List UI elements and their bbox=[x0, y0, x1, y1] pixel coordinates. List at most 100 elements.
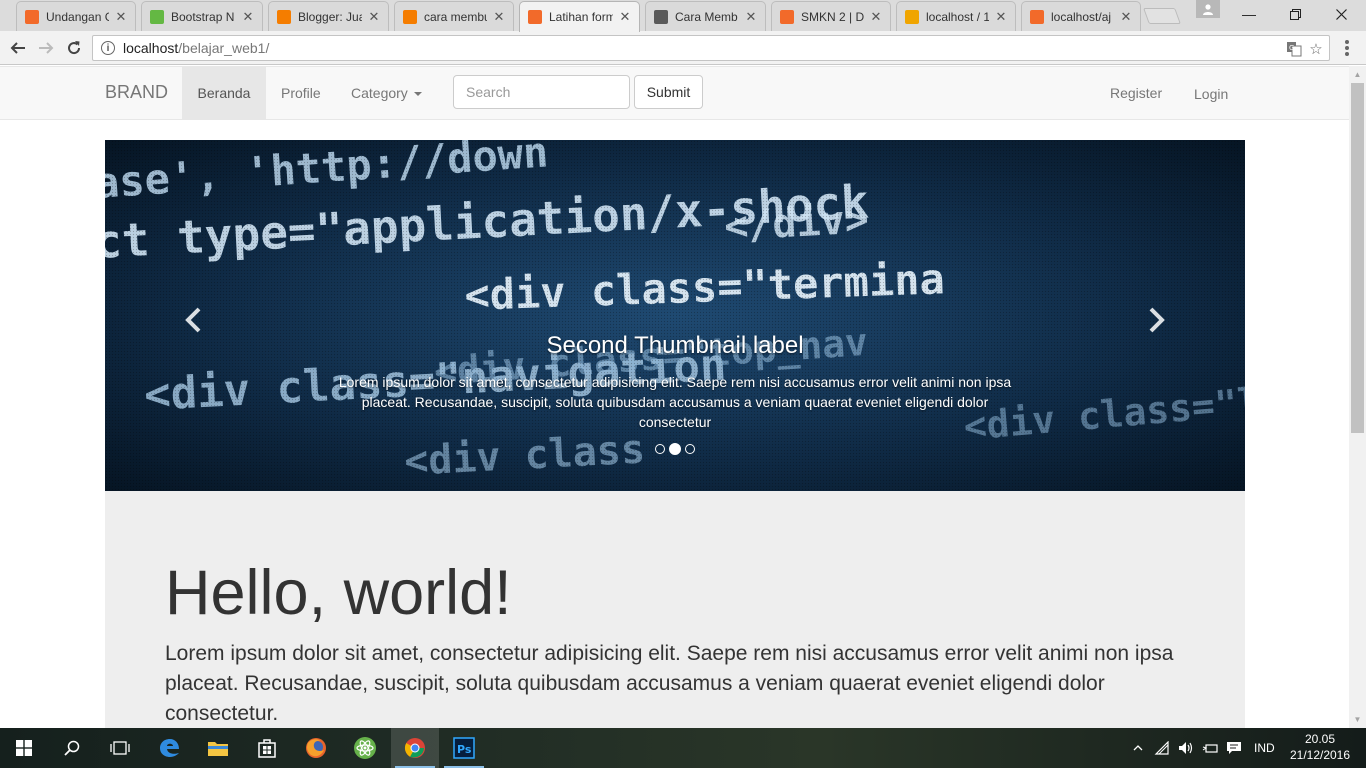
browser-tab[interactable]: localhost / 1 ✕ bbox=[896, 1, 1016, 31]
back-button[interactable] bbox=[6, 36, 30, 60]
browser-tab-title: Cara Memb bbox=[675, 9, 738, 24]
tab-close-icon[interactable]: ✕ bbox=[745, 9, 757, 25]
wifi-icon[interactable] bbox=[1150, 741, 1174, 755]
taskbar-firefox[interactable] bbox=[292, 728, 340, 768]
page-viewport: BRAND Beranda Profile Category Submit Re… bbox=[0, 66, 1349, 728]
tab-close-icon[interactable]: ✕ bbox=[115, 9, 127, 25]
search-input[interactable] bbox=[453, 75, 630, 109]
browser-tab[interactable]: Latihan form ✕ bbox=[519, 1, 640, 32]
blogger-icon bbox=[403, 9, 417, 24]
restore-icon bbox=[1289, 8, 1301, 20]
windows-logo-icon bbox=[16, 740, 32, 756]
close-window-button[interactable] bbox=[1318, 0, 1364, 28]
scrollbar-thumb[interactable] bbox=[1351, 83, 1364, 433]
taskbar-store[interactable] bbox=[243, 728, 291, 768]
nav-link-login[interactable]: Login bbox=[1179, 68, 1243, 120]
tab-close-icon[interactable]: ✕ bbox=[242, 9, 254, 25]
info-icon[interactable]: i bbox=[101, 41, 115, 55]
browser-toolbar: i localhost/belajar_web1/ G ☆ bbox=[0, 31, 1366, 65]
tab-close-icon[interactable]: ✕ bbox=[1120, 9, 1132, 25]
search-button[interactable] bbox=[48, 728, 96, 768]
volume-icon[interactable] bbox=[1174, 741, 1198, 755]
browser-tab[interactable]: SMKN 2 | Da ✕ bbox=[771, 1, 891, 31]
url-host: localhost bbox=[123, 40, 179, 56]
new-tab-button[interactable] bbox=[1143, 8, 1181, 24]
nav-dropdown-category[interactable]: Category bbox=[336, 67, 437, 119]
browser-tab-title: localhost / 1 bbox=[926, 9, 989, 24]
caret-down-icon bbox=[413, 92, 422, 96]
tab-close-icon[interactable]: ✕ bbox=[368, 9, 380, 25]
blogger-icon bbox=[277, 9, 291, 24]
nav-dropdown-label: Category bbox=[351, 85, 408, 101]
taskbar-file-explorer[interactable] bbox=[194, 728, 242, 768]
restore-button[interactable] bbox=[1272, 0, 1318, 28]
task-view-button[interactable] bbox=[96, 728, 144, 768]
bookmark-star-icon[interactable]: ☆ bbox=[1307, 40, 1325, 58]
xampp-icon bbox=[25, 9, 39, 24]
chrome-icon bbox=[404, 738, 425, 758]
browser-tab-title: localhost/aj bbox=[1051, 9, 1112, 24]
profile-button[interactable] bbox=[1196, 0, 1220, 18]
svg-text:Ps: Ps bbox=[457, 743, 472, 756]
browser-tab[interactable]: Blogger: Jua ✕ bbox=[268, 1, 389, 31]
taskbar-photoshop[interactable]: Ps bbox=[440, 728, 488, 768]
browser-tab-title: Undangan G bbox=[46, 9, 109, 24]
scroll-up-icon[interactable]: ▲ bbox=[1349, 66, 1366, 83]
chevron-left-icon bbox=[185, 307, 201, 333]
notification-message-icon[interactable] bbox=[1222, 741, 1246, 755]
battery-icon[interactable] bbox=[1198, 742, 1222, 754]
nav-link-profile[interactable]: Profile bbox=[266, 67, 336, 119]
chevron-up-icon[interactable] bbox=[1130, 745, 1146, 751]
arrow-right-icon bbox=[39, 42, 54, 54]
browser-tab-title: Latihan form bbox=[549, 10, 613, 24]
reload-button[interactable] bbox=[62, 36, 86, 60]
tab-close-icon[interactable]: ✕ bbox=[619, 9, 631, 25]
tab-close-icon[interactable]: ✕ bbox=[493, 9, 505, 25]
browser-tab-title: cara membu bbox=[424, 9, 487, 24]
submit-button[interactable]: Submit bbox=[634, 75, 703, 109]
task-view-icon bbox=[110, 741, 130, 755]
chrome-menu-button[interactable] bbox=[1340, 38, 1354, 58]
forward-button[interactable] bbox=[34, 36, 58, 60]
taskbar-edge[interactable] bbox=[146, 728, 194, 768]
address-bar[interactable]: i localhost/belajar_web1/ G ☆ bbox=[92, 35, 1330, 61]
browser-tab[interactable]: localhost/aj ✕ bbox=[1021, 1, 1141, 31]
carousel-caption-text: Lorem ipsum dolor sit amet, consectetur … bbox=[338, 374, 1012, 430]
carousel-indicator-dot[interactable] bbox=[655, 444, 665, 454]
tab-close-icon[interactable]: ✕ bbox=[870, 9, 882, 25]
clock-time: 20.05 bbox=[1304, 732, 1336, 746]
browser-tab[interactable]: cara membu ✕ bbox=[394, 1, 514, 31]
taskbar-chrome[interactable] bbox=[391, 728, 439, 768]
minimize-button[interactable]: — bbox=[1226, 0, 1272, 28]
xampp-icon bbox=[528, 10, 542, 24]
browser-tab[interactable]: Cara Memb ✕ bbox=[645, 1, 766, 31]
store-icon bbox=[258, 739, 276, 758]
w3schools-icon bbox=[150, 9, 164, 24]
carousel-indicator-dot[interactable] bbox=[685, 444, 695, 454]
start-button[interactable] bbox=[0, 728, 48, 768]
nav-link-beranda[interactable]: Beranda bbox=[182, 67, 266, 119]
carousel-caption: Second Thumbnail label Lorem ipsum dolor… bbox=[333, 332, 1017, 432]
firefox-icon bbox=[306, 738, 326, 758]
browser-tab[interactable]: Undangan G ✕ bbox=[16, 1, 136, 31]
svg-text:G: G bbox=[1289, 44, 1294, 52]
phpmyadmin-icon bbox=[905, 9, 919, 24]
tab-close-icon[interactable]: ✕ bbox=[995, 9, 1007, 25]
navbar-brand[interactable]: BRAND bbox=[105, 82, 168, 103]
taskbar-atom[interactable] bbox=[341, 728, 389, 768]
carousel-next-button[interactable] bbox=[1137, 300, 1177, 340]
code-background-image: ase', 'http://downct type="application/x… bbox=[105, 140, 1245, 491]
image-carousel: ase', 'http://downct type="application/x… bbox=[105, 140, 1245, 491]
windows-taskbar: Ps IND 20.05 21/12/2016 bbox=[0, 728, 1366, 768]
taskbar-clock[interactable]: 20.05 21/12/2016 bbox=[1282, 731, 1358, 763]
xampp-icon bbox=[780, 9, 794, 24]
scroll-down-icon[interactable]: ▼ bbox=[1349, 711, 1366, 728]
language-indicator[interactable]: IND bbox=[1254, 741, 1275, 755]
page-scrollbar[interactable]: ▲ ▼ bbox=[1349, 66, 1366, 728]
carousel-prev-button[interactable] bbox=[173, 300, 213, 340]
site-navbar: BRAND Beranda Profile Category Submit Re… bbox=[0, 66, 1349, 120]
browser-tab[interactable]: Bootstrap N ✕ bbox=[141, 1, 263, 31]
carousel-indicator-dot[interactable] bbox=[669, 443, 681, 455]
translate-icon[interactable]: G bbox=[1285, 40, 1303, 58]
nav-link-register[interactable]: Register bbox=[1095, 67, 1177, 119]
